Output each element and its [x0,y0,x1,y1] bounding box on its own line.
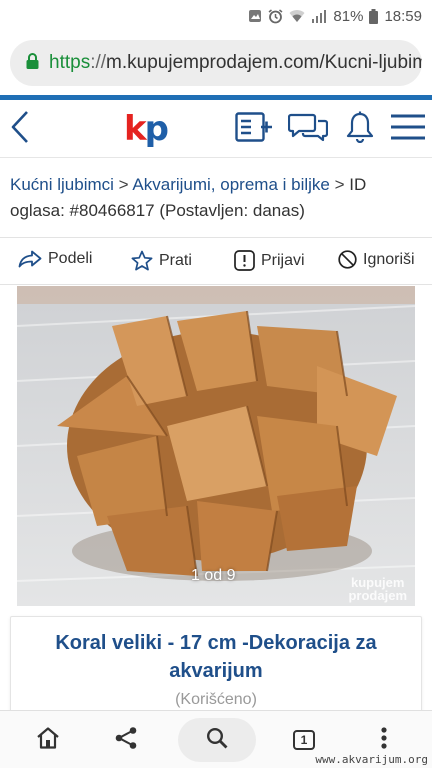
listing-title: Koral veliki - 17 cm -Dekoracija za akva… [55,632,377,682]
listing-photo[interactable]: 1 od 9 kupujem prodajem [17,286,415,606]
status-bar: 81% 18:59 [0,0,432,32]
ad-actions-bar: Podeli Prati Prijavi Ignoriši [0,238,432,284]
share-page-button[interactable] [104,711,148,768]
app-header: kp [0,100,432,158]
search-icon [206,727,228,754]
hamburger-menu-icon [390,113,426,146]
clock: 18:59 [384,7,422,25]
alarm-icon [268,8,283,24]
watermark-line: prodajem [348,588,407,603]
follow-button[interactable]: Prati [131,250,192,272]
browser-toolbar: https://m.kupujemprodajem.com/Kucni-ljub… [0,32,432,94]
more-vertical-icon [381,726,387,754]
logo-letter-k: k [124,109,147,149]
battery-icon [369,8,379,24]
battery-percent: 81% [333,7,364,25]
url-separator: :// [90,52,107,73]
divider [0,284,432,285]
share-button[interactable]: Podeli [18,250,92,268]
block-icon [338,250,357,269]
home-icon [36,726,60,754]
share-nodes-icon [114,726,138,755]
breadcrumb-separator: > [334,175,345,194]
photo-counter: 1 od 9 [191,567,236,584]
coral-photo-image [17,286,415,606]
share-arrow-icon [18,250,42,268]
url-path: m.kupujemprodajem.com/Kucni-ljubimci [106,52,422,73]
report-label: Prijavi [261,251,305,269]
ignore-button[interactable]: Ignoriši [338,250,415,269]
report-button[interactable]: Prijavi [234,250,305,271]
corner-watermark: www.akvarijum.org [315,753,428,766]
menu-button[interactable] [386,100,430,158]
wifi-icon [289,9,305,23]
chevron-left-icon [10,110,30,149]
url-scheme: https [49,52,91,73]
chat-bubbles-icon [287,112,329,147]
listing-condition: (Korišćeno) [175,691,257,708]
notifications-button[interactable] [340,100,380,158]
breadcrumb: Kućni ljubimci > Akvarijumi, oprema i bi… [10,172,420,224]
url-bar[interactable]: https://m.kupujemprodajem.com/Kucni-ljub… [10,40,422,86]
search-button[interactable] [178,718,256,762]
image-notification-icon [248,9,262,23]
bell-icon [346,111,374,148]
post-ad-button[interactable] [232,100,276,158]
screen: 81% 18:59 https://m.kupujemprodajem.com/… [0,0,432,768]
alert-icon [234,250,255,271]
listing-title-card: Koral veliki - 17 cm -Dekoracija za akva… [10,616,422,716]
add-listing-icon [235,111,273,147]
breadcrumb-separator: > [118,175,129,194]
messages-button[interactable] [286,100,330,158]
follow-label: Prati [159,252,192,269]
breadcrumb-link-aquariums[interactable]: Akvarijumi, oprema i biljke [132,175,329,194]
logo-letter-p: p [144,109,169,149]
share-label: Podeli [48,250,93,267]
ignore-label: Ignoriši [363,250,415,268]
star-icon [131,250,153,272]
kp-logo[interactable]: kp [124,106,169,152]
signal-icon [311,9,327,23]
back-button[interactable] [0,100,40,158]
photo-watermark: kupujem prodajem [348,576,407,602]
browser-bottom-bar: 1 www.akvarijum.org [0,710,432,768]
breadcrumb-link-pets[interactable]: Kućni ljubimci [10,175,114,194]
tab-count-badge: 1 [293,730,315,750]
lock-icon [26,52,39,74]
home-button[interactable] [26,711,70,768]
